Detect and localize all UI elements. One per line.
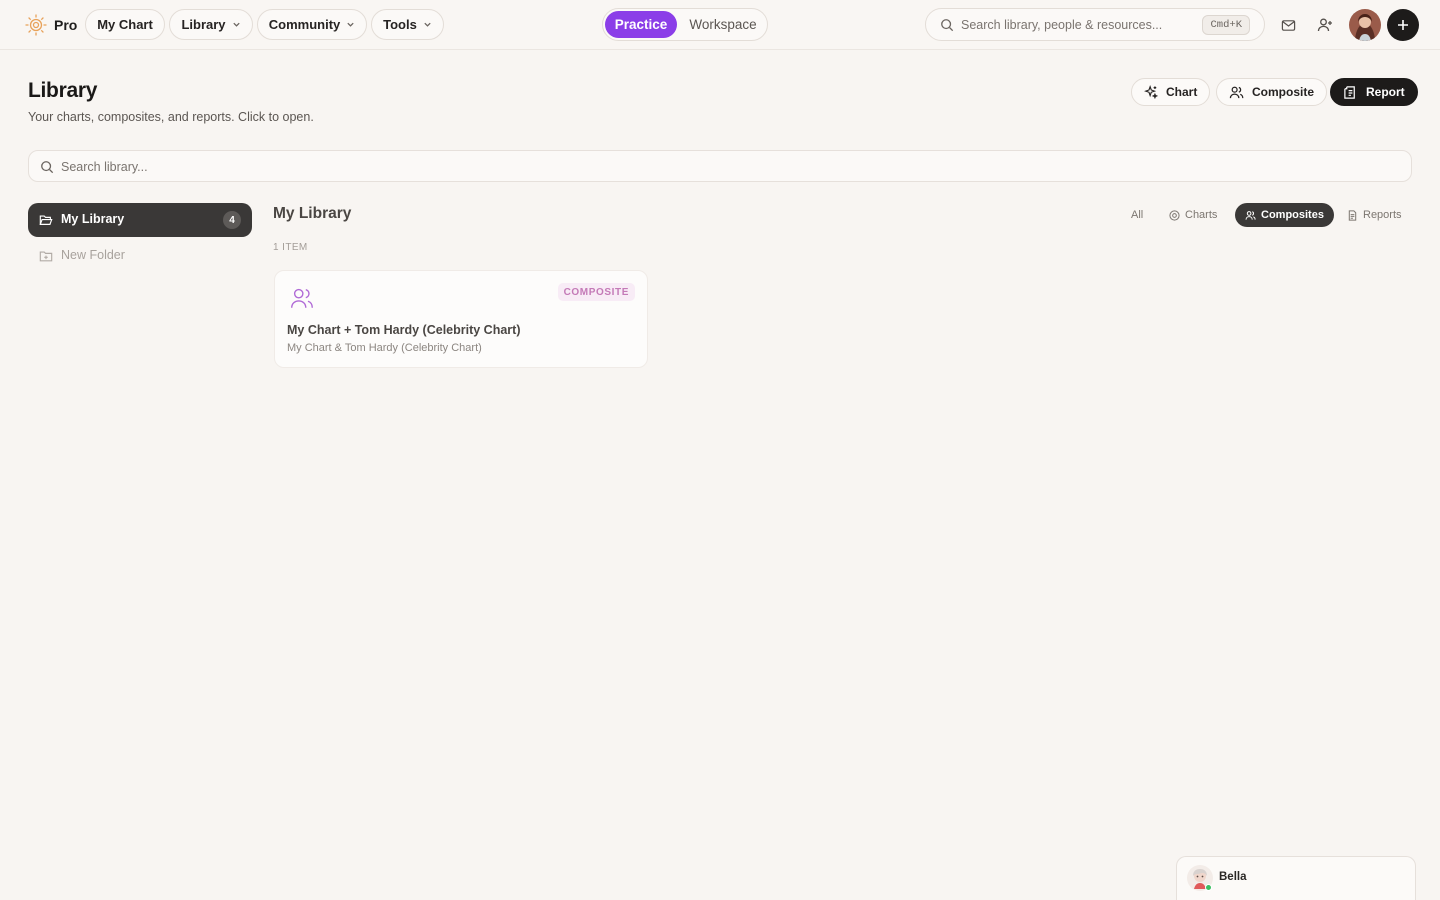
brand-name: Pro [54,17,78,33]
nav-label: My Chart [97,17,153,32]
filter-all[interactable]: All [1121,203,1153,227]
nav-label: Library [181,17,226,32]
type-badge: COMPOSITE [557,283,635,301]
library-search [28,150,1412,182]
new-report-button[interactable]: Report [1330,78,1418,106]
action-label: Composite [1252,85,1315,99]
action-label: Report [1366,85,1405,99]
item-count: 1 ITEM [273,242,308,253]
card-title: My Chart + Tom Hardy (Celebrity Chart) [287,323,521,337]
filter-label: Composites [1261,209,1324,221]
shortcut-hint: Cmd+K [1202,15,1250,35]
add-user-icon[interactable] [1312,12,1338,38]
folder-open-icon [39,213,53,227]
nav-my-chart[interactable]: My Chart [85,9,165,40]
chart-wheel-icon [1169,209,1180,221]
chevron-down-icon [232,20,241,29]
sidebar-item-label: New Folder [61,248,125,262]
users-icon [1245,210,1256,221]
filter-composites[interactable]: Composites [1235,203,1334,227]
top-bar: Pro My Chart Library Community Tools Pra… [0,0,1440,50]
global-search: Cmd+K [925,8,1265,41]
page-title: Library [28,79,98,102]
count-badge: 4 [223,211,241,229]
filter-label: Charts [1185,209,1218,221]
mode-workspace-button[interactable]: Workspace [681,11,765,38]
filter-label: Reports [1363,209,1402,221]
folder-plus-icon [39,249,53,263]
nav-community[interactable]: Community [257,9,367,40]
action-label: Chart [1166,85,1198,99]
new-chart-button[interactable]: Chart [1131,78,1211,106]
sidebar-item-new-folder[interactable]: New Folder [28,245,252,267]
online-status-dot [1205,884,1212,891]
filter-charts[interactable]: Charts [1159,203,1227,227]
section-title: My Library [273,205,352,222]
brand[interactable]: Pro [24,12,77,38]
global-search-input[interactable] [961,15,1181,35]
page-subtitle: Your charts, composites, and reports. Cl… [28,110,314,124]
users-icon [1229,85,1244,100]
chat-widget[interactable]: Bella [1176,856,1416,900]
nav-tools[interactable]: Tools [371,9,444,40]
search-icon [40,160,54,174]
library-search-input[interactable] [61,157,661,177]
sparkle-icon [1144,85,1158,99]
nav-label: Community [268,17,341,32]
nav-label: Tools [383,17,417,32]
plus-icon[interactable] [1387,9,1419,41]
chevron-down-icon [346,20,355,29]
filter-label: All [1131,209,1144,221]
chat-contact-name: Bella [1219,871,1247,883]
sun-logo-icon [24,13,48,37]
card-subtitle: My Chart & Tom Hardy (Celebrity Chart) [287,342,482,354]
mode-practice-button[interactable]: Practice [605,11,677,38]
chevron-down-icon [423,20,432,29]
users-icon [289,285,315,311]
nav-library[interactable]: Library [169,9,253,40]
document-icon [1347,209,1358,221]
sidebar-item-my-library[interactable]: My Library 4 [28,203,252,237]
new-composite-button[interactable]: Composite [1216,78,1328,106]
search-icon [940,18,954,32]
library-card[interactable]: COMPOSITE My Chart + Tom Hardy (Celebrit… [274,270,648,368]
report-icon [1343,85,1358,100]
filter-reports[interactable]: Reports [1337,203,1412,227]
sidebar-item-label: My Library [61,212,125,226]
mode-toggle: Practice Workspace [602,8,768,41]
avatar[interactable] [1349,9,1381,41]
mail-icon[interactable] [1275,12,1301,38]
